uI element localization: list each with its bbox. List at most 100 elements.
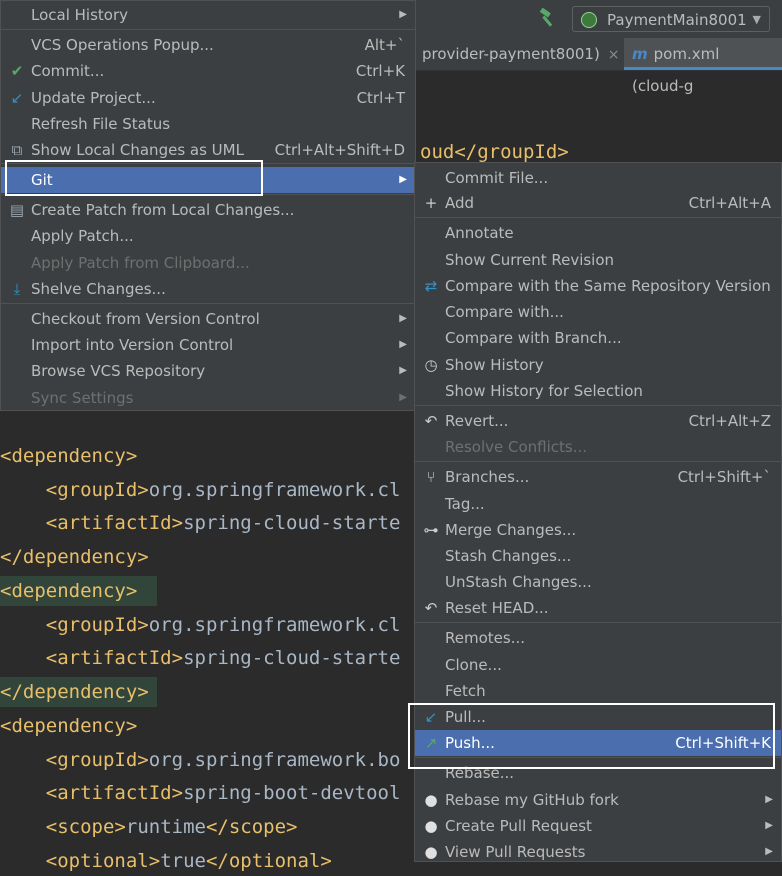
menu-item-remotes[interactable]: Remotes...: [415, 625, 781, 651]
menu-item-revert[interactable]: ↶ Revert... Ctrl+Alt+Z: [415, 408, 781, 434]
menu-item-local-history[interactable]: Local History ▶: [1, 2, 415, 28]
menu-item-clone[interactable]: Clone...: [415, 652, 781, 678]
reset-icon: ↶: [424, 599, 438, 617]
tab-provider-payment[interactable]: provider-payment8001) ×: [414, 38, 628, 70]
tab-pom-xml[interactable]: m pom.xml (cloud-g: [624, 38, 782, 95]
code-line: <dependency>: [0, 445, 138, 467]
compare-icon: ⇄: [424, 277, 438, 295]
menu-item-show-history[interactable]: ◷ Show History: [415, 352, 781, 378]
menu-item-label: Revert...: [445, 412, 509, 430]
menu-item-show-history-for-selection[interactable]: Show History for Selection: [415, 378, 781, 404]
menu-item-commit-file[interactable]: Commit File...: [415, 165, 781, 191]
menu-item-label: Update Project...: [31, 89, 156, 107]
code-line: <optional>true</optional>: [45, 850, 332, 872]
menu-separator: [1, 303, 415, 304]
menu-item-unstash-changes[interactable]: UnStash Changes...: [415, 569, 781, 595]
menu-item-compare-with[interactable]: Compare with...: [415, 299, 781, 325]
menu-item-stash-changes[interactable]: Stash Changes...: [415, 543, 781, 569]
menu-item-reset-head[interactable]: ↶ Reset HEAD...: [415, 595, 781, 621]
menu-item-label: Local History: [31, 6, 129, 24]
chevron-right-icon: ▶: [765, 794, 773, 805]
code-line: <artifactId>spring-cloud-starte: [45, 512, 401, 534]
menu-item-label: Commit...: [31, 62, 105, 80]
menu-item-shortcut: Ctrl+K: [355, 62, 405, 80]
spring-boot-icon: [581, 12, 597, 28]
menu-item-label: Merge Changes...: [445, 521, 577, 539]
clock-icon: ◷: [424, 356, 438, 374]
code-line: <artifactId>spring-cloud-starte: [45, 647, 401, 669]
menu-item-label: View Pull Requests: [445, 843, 586, 861]
code-line: <dependency>: [0, 576, 157, 606]
chevron-right-icon: ▶: [399, 339, 407, 350]
menu-item-vcs-operations-popup[interactable]: VCS Operations Popup... Alt+`: [1, 32, 415, 58]
menu-item-refresh-file-status[interactable]: Refresh File Status: [1, 111, 415, 137]
code-line: <artifactId>spring-boot-devtool: [45, 782, 401, 804]
menu-item-shelve-changes[interactable]: ⤓ Shelve Changes...: [1, 276, 415, 302]
menu-item-create-pull-request[interactable]: ● Create Pull Request ▶: [415, 813, 781, 839]
git-highlight-box: [5, 160, 263, 196]
menu-item-label: Apply Patch from Clipboard...: [31, 254, 250, 272]
menu-item-update-project[interactable]: ↙ Update Project... Ctrl+T: [1, 85, 415, 111]
menu-item-apply-patch[interactable]: Apply Patch...: [1, 223, 415, 249]
chevron-right-icon: ▶: [765, 820, 773, 831]
menu-item-shortcut: Ctrl+T: [356, 89, 405, 107]
update-arrow-icon: ↙: [10, 89, 24, 107]
menu-item-label: Show History for Selection: [445, 382, 643, 400]
menu-item-label: Import into Version Control: [31, 336, 234, 354]
menu-item-checkout-from-version-control[interactable]: Checkout from Version Control ▶: [1, 306, 415, 332]
menu-item-label: Shelve Changes...: [31, 280, 166, 298]
code-line: <scope>runtime</scope>: [45, 816, 298, 838]
menu-item-commit[interactable]: ✔ Commit... Ctrl+K: [1, 58, 415, 84]
menu-item-label: Rebase my GitHub fork: [445, 791, 619, 809]
chevron-right-icon: ▶: [765, 846, 773, 857]
code-line: <dependency>: [0, 715, 138, 737]
menu-item-branches[interactable]: ⑂ Branches... Ctrl+Shift+`: [415, 464, 781, 490]
menu-item-add[interactable]: + Add Ctrl+Alt+A: [415, 190, 781, 216]
menu-separator: [415, 622, 781, 623]
menu-item-label: Checkout from Version Control: [31, 310, 260, 328]
build-hammer-icon[interactable]: [537, 7, 557, 28]
menu-item-label: Annotate: [445, 224, 514, 242]
menu-item-label: Resolve Conflicts...: [445, 438, 588, 456]
run-configuration-selector[interactable]: PaymentMain8001 ▼: [572, 6, 770, 32]
menu-item-resolve-conflicts: Resolve Conflicts...: [415, 434, 781, 460]
menu-item-label: Show Current Revision: [445, 251, 615, 269]
code-line: </dependency>: [0, 677, 157, 707]
menu-item-rebase-my-github-fork[interactable]: ● Rebase my GitHub fork ▶: [415, 787, 781, 813]
revert-icon: ↶: [424, 412, 438, 430]
menu-item-shortcut: Alt+`: [364, 36, 405, 54]
menu-item-label: Compare with Branch...: [445, 329, 622, 347]
menu-item-label: UnStash Changes...: [445, 573, 592, 591]
tab-label: provider-payment8001): [422, 45, 600, 63]
menu-item-browse-vcs-repository[interactable]: Browse VCS Repository ▶: [1, 358, 415, 384]
chevron-right-icon: ▶: [399, 365, 407, 376]
menu-item-label: Reset HEAD...: [445, 599, 549, 617]
menu-item-compare-with-the-same-repository-version[interactable]: ⇄ Compare with the Same Repository Versio…: [415, 273, 781, 299]
menu-item-view-pull-requests[interactable]: ● View Pull Requests ▶: [415, 839, 781, 865]
menu-item-label: VCS Operations Popup...: [31, 36, 214, 54]
menu-item-sync-settings: Sync Settings ▶: [1, 385, 415, 411]
menu-item-label: Remotes...: [445, 629, 525, 647]
uml-diagram-icon: ⧉: [11, 141, 23, 159]
menu-item-annotate[interactable]: Annotate: [415, 220, 781, 246]
menu-item-label: Stash Changes...: [445, 547, 572, 565]
menu-item-compare-with-branch[interactable]: Compare with Branch...: [415, 325, 781, 351]
menu-item-tag[interactable]: Tag...: [415, 491, 781, 517]
menu-item-label: Apply Patch...: [31, 227, 134, 245]
menu-item-shortcut: Ctrl+Alt+Shift+D: [274, 141, 405, 159]
code-line: <groupId>org.springframework.cl: [45, 479, 401, 501]
menu-item-fetch[interactable]: Fetch: [415, 678, 781, 704]
chevron-right-icon: ▶: [399, 9, 407, 20]
menu-item-label: Fetch: [445, 682, 486, 700]
maven-icon: m: [632, 45, 648, 63]
close-icon[interactable]: ×: [608, 47, 620, 63]
menu-item-merge-changes[interactable]: ⊶ Merge Changes...: [415, 517, 781, 543]
menu-item-label: Compare with the Same Repository Version: [445, 277, 771, 295]
menu-item-import-into-version-control[interactable]: Import into Version Control ▶: [1, 332, 415, 358]
chevron-right-icon: ▶: [399, 392, 407, 403]
menu-item-label: Tag...: [445, 495, 485, 513]
menu-item-show-current-revision[interactable]: Show Current Revision: [415, 247, 781, 273]
menu-item-create-patch-from-local-changes[interactable]: ▤ Create Patch from Local Changes...: [1, 197, 415, 223]
menu-separator: [415, 217, 781, 218]
menu-separator: [1, 29, 415, 30]
